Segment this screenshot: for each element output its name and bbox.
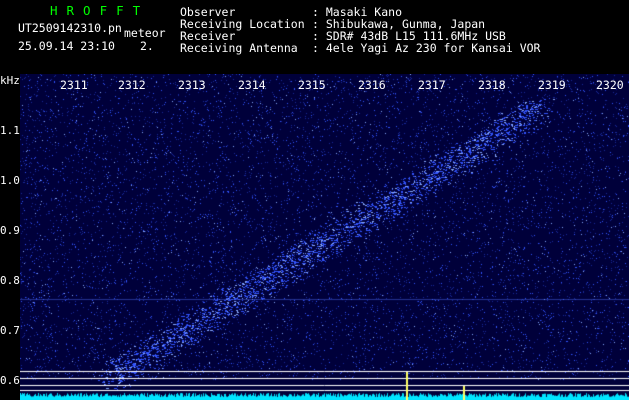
y-tick-label: 0.7 [0,324,20,337]
type-label: meteor [124,26,166,40]
y-tick-label: 0.8 [0,274,20,287]
app-brand: HROFFT [50,3,150,18]
y-tick-label: 0.6 [0,374,20,387]
x-tick-label: 2312 [118,78,146,92]
x-tick-label: 2318 [478,78,506,92]
y-tick-label: 1.1 [0,124,20,137]
antenna-value: : 4ele Yagi Az 230 for Kansai VOR [312,41,541,55]
y-tick-label: 1.0 [0,174,20,187]
antenna-label: Receiving Antenna [180,41,298,55]
x-tick-label: 2315 [298,78,326,92]
header-panel: HROFFT UT2509142310.pn meteor 25.09.14 2… [0,0,629,74]
count: 2. [140,39,154,53]
x-tick-label: 2320 [596,78,624,92]
datetime: 25.09.14 23:10 [18,39,115,53]
x-tick-label: 2314 [238,78,266,92]
x-tick-label: 2316 [358,78,386,92]
x-tick-label: 2317 [418,78,446,92]
filename: UT2509142310.pn [18,21,122,35]
y-unit-label: kHz [0,74,20,87]
x-tick-label: 2313 [178,78,206,92]
spectrogram-canvas [20,74,629,400]
x-tick-label: 2319 [538,78,566,92]
x-tick-label: 2311 [60,78,88,92]
y-tick-label: 0.9 [0,224,20,237]
